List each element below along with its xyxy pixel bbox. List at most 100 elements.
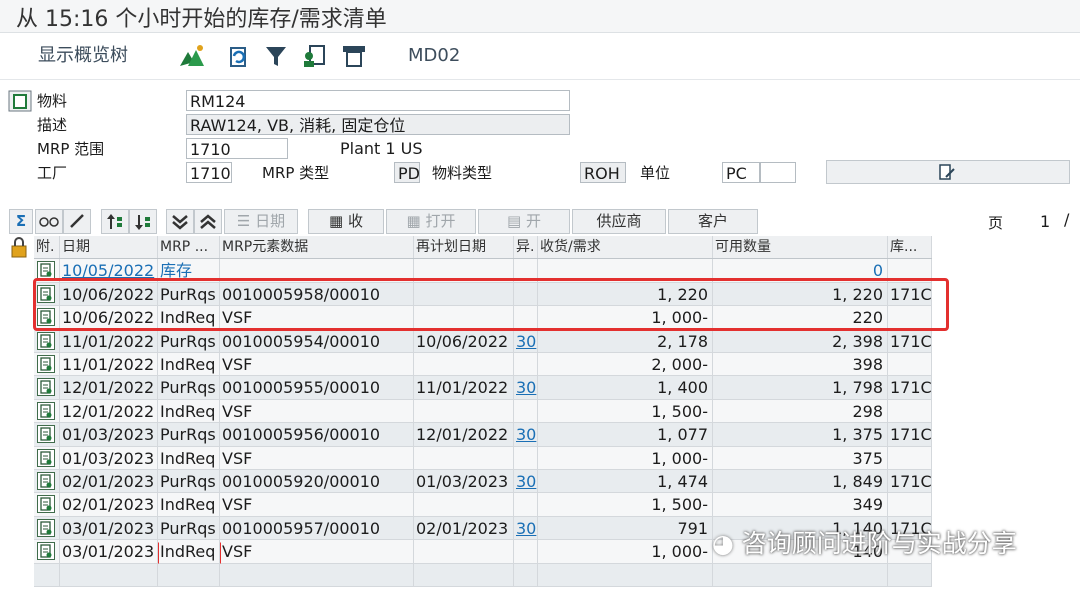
date-button[interactable]: ☰ 日期 <box>224 209 298 234</box>
cell-date: 02/01/2023 <box>60 470 158 493</box>
cell-stor <box>888 353 932 376</box>
cell-date: 02/01/2023 <box>60 493 158 516</box>
stack-icon: ☰ <box>236 212 256 230</box>
highlight-box <box>33 278 949 331</box>
col-header-mrp-element-data[interactable]: MRP元素数据 <box>220 236 414 259</box>
table-row[interactable]: 02/01/2023 PurRqs 0010005920/00010 01/03/20… <box>34 470 932 494</box>
tab-customer[interactable]: 客户 <box>668 209 758 234</box>
row-document-cell[interactable] <box>34 376 60 399</box>
receive-button-label: 收 <box>347 212 363 230</box>
document-icon[interactable] <box>37 472 55 490</box>
col-header-attachment[interactable]: 附. <box>34 236 60 259</box>
sum-button[interactable]: Σ <box>9 209 33 234</box>
transaction-code-button[interactable]: MD02 <box>408 41 460 71</box>
cell-exc[interactable]: 30 <box>514 516 538 540</box>
plant-field[interactable]: 1710 <box>186 162 232 183</box>
expand-all-button[interactable] <box>166 209 194 234</box>
material-header-toggle-icon[interactable] <box>8 90 32 112</box>
tree-icon[interactable] <box>178 42 206 70</box>
cell-mrp: IndReq <box>158 399 220 423</box>
sort-descending-button[interactable] <box>129 209 157 234</box>
print-icon[interactable] <box>340 42 368 70</box>
table-row[interactable]: 12/01/2022 PurRqs 0010005955/00010 11/01/20… <box>34 376 932 400</box>
document-icon[interactable] <box>37 378 55 397</box>
cell-stor: 171C <box>890 329 932 352</box>
sort-ascending-icon <box>107 214 122 229</box>
filter-icon[interactable] <box>262 42 290 70</box>
table-row[interactable]: 11/01/2022 PurRqs 0010005954/00010 10/06/20… <box>34 329 932 353</box>
row-document-cell[interactable] <box>34 353 60 376</box>
cell-data: 0010005955/00010 <box>220 376 414 399</box>
row-document-cell[interactable] <box>34 540 60 563</box>
col-header-storage[interactable]: 库... <box>888 236 932 259</box>
document-icon[interactable] <box>37 261 55 280</box>
edit-button[interactable] <box>63 209 91 234</box>
unit-field[interactable]: PC <box>722 162 760 183</box>
cell-qty: 1, 000- <box>538 446 713 469</box>
cell-avail: 1, 798 <box>713 376 888 399</box>
document-icon[interactable] <box>37 542 55 561</box>
show-overview-tree-button[interactable]: 显示概览树 <box>38 41 128 71</box>
mrp-area-field[interactable]: 1710 <box>186 138 288 159</box>
refresh-icon[interactable] <box>224 42 252 70</box>
open-button[interactable]: ▦ 打开 <box>386 209 476 234</box>
mrp-type-field: PD <box>394 162 420 183</box>
document-icon: ▤ <box>507 212 526 230</box>
row-document-cell[interactable] <box>34 446 60 469</box>
table-row[interactable]: 12/01/2022 IndReq VSF 1, 500- 298 <box>34 399 932 424</box>
document-icon[interactable] <box>37 331 55 350</box>
row-document-cell[interactable] <box>34 493 60 516</box>
cell-data: VSF <box>220 399 414 423</box>
row-document-cell[interactable] <box>34 399 60 423</box>
open2-button-label: 开 <box>525 212 541 230</box>
find-button[interactable] <box>35 209 63 234</box>
lock-icon[interactable] <box>9 237 31 259</box>
empty-cell <box>414 563 514 586</box>
row-document-cell[interactable] <box>34 516 60 540</box>
page-separator: / <box>1064 210 1070 229</box>
table-row-empty <box>34 563 932 587</box>
cell-mrp: IndReq <box>158 353 220 376</box>
open2-button[interactable]: ▤ 开 <box>478 209 570 234</box>
description-field: RAW124, VB, 消耗, 固定仓位 <box>186 114 570 135</box>
col-header-available-quantity[interactable]: 可用数量 <box>713 236 888 259</box>
document-icon[interactable] <box>37 425 55 444</box>
sort-ascending-button[interactable] <box>101 209 129 234</box>
document-icon[interactable] <box>37 355 55 373</box>
tab-supplier[interactable]: 供应商 <box>572 209 666 234</box>
chevrons-up-icon <box>200 214 216 229</box>
edit-note-button[interactable] <box>826 160 1070 184</box>
cell-exc[interactable]: 30 <box>514 329 538 352</box>
collapse-all-button[interactable] <box>194 209 222 234</box>
table-row[interactable]: 02/01/2023 IndReq VSF 1, 500- 349 <box>34 493 932 517</box>
cell-exc[interactable]: 30 <box>514 470 538 493</box>
col-header-date[interactable]: 日期 <box>60 236 158 259</box>
empty-cell <box>60 563 158 586</box>
table-row[interactable]: 01/03/2023 IndReq VSF 1, 000- 375 <box>34 446 932 470</box>
cell-mrp: PurRqs <box>158 470 220 493</box>
material-type-label: 物料类型 <box>432 164 493 182</box>
document-icon[interactable] <box>37 448 55 467</box>
col-header-receipt-requirement[interactable]: 收货/需求 <box>538 236 713 259</box>
col-header-exception[interactable]: 异. <box>514 236 538 259</box>
row-document-cell[interactable] <box>34 329 60 352</box>
document-icon[interactable] <box>37 401 55 420</box>
table-row[interactable]: 01/03/2023 PurRqs 0010005956/00010 12/01/20… <box>34 423 932 447</box>
empty-cell <box>713 563 888 586</box>
chevrons-down-icon <box>172 215 188 230</box>
row-document-cell[interactable] <box>34 470 60 493</box>
col-header-reschedule-date[interactable]: 再计划日期 <box>414 236 514 259</box>
empty-cell <box>514 563 538 586</box>
cell-exc[interactable]: 30 <box>514 423 538 446</box>
cell-exc[interactable]: 30 <box>514 376 538 399</box>
cell-exc <box>514 493 538 516</box>
unit-field-extra[interactable] <box>760 162 796 183</box>
col-header-mrp-element[interactable]: MRP ... <box>158 236 220 259</box>
material-field[interactable]: RM124 <box>186 90 570 111</box>
user-plan-icon[interactable] <box>300 42 328 70</box>
row-document-cell[interactable] <box>34 423 60 446</box>
document-icon[interactable] <box>37 518 55 537</box>
receive-button[interactable]: ▦ 收 <box>308 209 384 234</box>
document-icon[interactable] <box>37 495 55 514</box>
table-row[interactable]: 11/01/2022 IndReq VSF 2, 000- 398 <box>34 353 932 377</box>
